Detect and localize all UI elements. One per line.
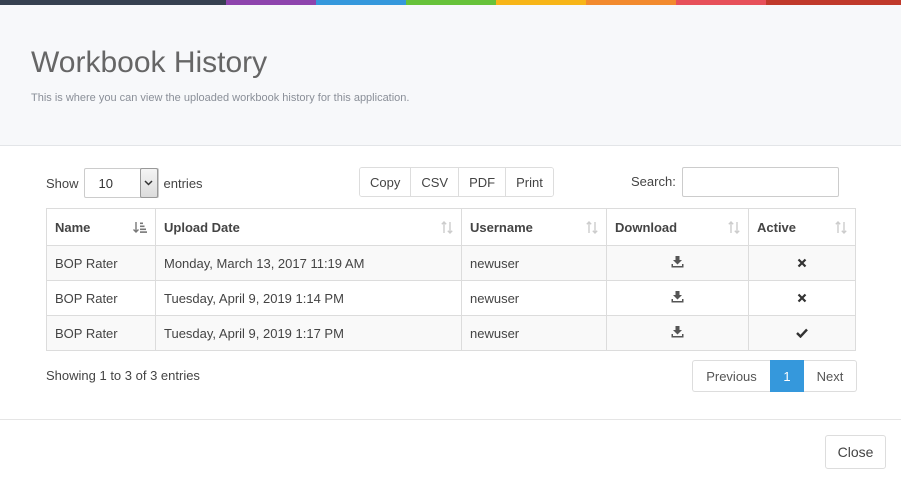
table-row: BOP Rater Tuesday, April 9, 2019 1:14 PM… — [46, 280, 856, 316]
cell-download — [606, 280, 749, 316]
export-button-group: Copy CSV PDF Print — [359, 167, 554, 197]
footer-divider — [0, 419, 901, 420]
search-input[interactable] — [682, 167, 839, 197]
cell-name: BOP Rater — [46, 280, 156, 316]
page-1-button[interactable]: 1 — [770, 360, 804, 392]
cell-download — [606, 315, 749, 351]
copy-button[interactable]: Copy — [360, 168, 411, 196]
times-icon — [797, 291, 807, 306]
cell-username: newuser — [461, 245, 607, 281]
cell-name: BOP Rater — [46, 245, 156, 281]
table-info: Showing 1 to 3 of 3 entries — [46, 368, 200, 383]
column-header-label: Name — [55, 219, 91, 235]
cell-upload-date: Tuesday, April 9, 2019 1:17 PM — [155, 315, 462, 351]
sort-both-icon — [441, 221, 453, 237]
close-button[interactable]: Close — [825, 435, 886, 469]
page-subtitle: This is where you can view the uploaded … — [31, 92, 410, 104]
cell-active — [748, 245, 856, 281]
sort-both-icon — [586, 221, 598, 237]
column-header-active[interactable]: Active — [748, 208, 856, 246]
page-title: Workbook History — [31, 46, 268, 79]
print-button[interactable]: Print — [505, 168, 553, 196]
workbook-history-table: Name Upload Date Username Download Activ… — [46, 208, 856, 351]
cell-username: newuser — [461, 315, 607, 351]
show-label: Show — [46, 175, 79, 191]
cell-active — [748, 280, 856, 316]
table-row: BOP Rater Tuesday, April 9, 2019 1:17 PM… — [46, 315, 856, 351]
sort-both-icon — [835, 221, 847, 237]
column-header-label: Active — [757, 219, 797, 235]
column-header-username[interactable]: Username — [461, 208, 607, 246]
table-row: BOP Rater Monday, March 13, 2017 11:19 A… — [46, 245, 856, 281]
pdf-button[interactable]: PDF — [458, 168, 506, 196]
column-header-download[interactable]: Download — [606, 208, 749, 246]
column-header-upload-date[interactable]: Upload Date — [155, 208, 462, 246]
csv-button[interactable]: CSV — [410, 168, 459, 196]
cell-username: newuser — [461, 280, 607, 316]
check-icon — [796, 326, 808, 341]
download-icon[interactable] — [671, 255, 684, 271]
column-header-label: Upload Date — [164, 219, 240, 235]
table-header-row: Name Upload Date Username Download Activ… — [46, 208, 856, 246]
entries-label: entries — [163, 175, 203, 191]
column-header-label: Download — [615, 219, 678, 235]
entries-length-control: Show 10 entries — [46, 168, 203, 198]
cell-upload-date: Tuesday, April 9, 2019 1:14 PM — [155, 280, 462, 316]
column-header-name[interactable]: Name — [46, 208, 156, 246]
cell-download — [606, 245, 749, 281]
search-label: Search: — [631, 174, 676, 189]
chevron-down-icon[interactable] — [139, 168, 158, 198]
cell-active — [748, 315, 856, 351]
entries-select-value: 10 — [98, 176, 113, 191]
download-icon[interactable] — [671, 325, 684, 341]
column-header-label: Username — [470, 219, 533, 235]
sort-both-icon — [728, 221, 740, 237]
cell-upload-date: Monday, March 13, 2017 11:19 AM — [155, 245, 462, 281]
download-icon[interactable] — [671, 290, 684, 306]
cell-name: BOP Rater — [46, 315, 156, 351]
pagination: Previous 1 Next — [692, 360, 857, 392]
times-icon — [797, 256, 807, 271]
next-page-button[interactable]: Next — [804, 360, 857, 392]
entries-select[interactable]: 10 — [83, 168, 159, 198]
previous-page-button[interactable]: Previous — [692, 360, 770, 392]
sort-ascending-icon — [133, 221, 147, 237]
